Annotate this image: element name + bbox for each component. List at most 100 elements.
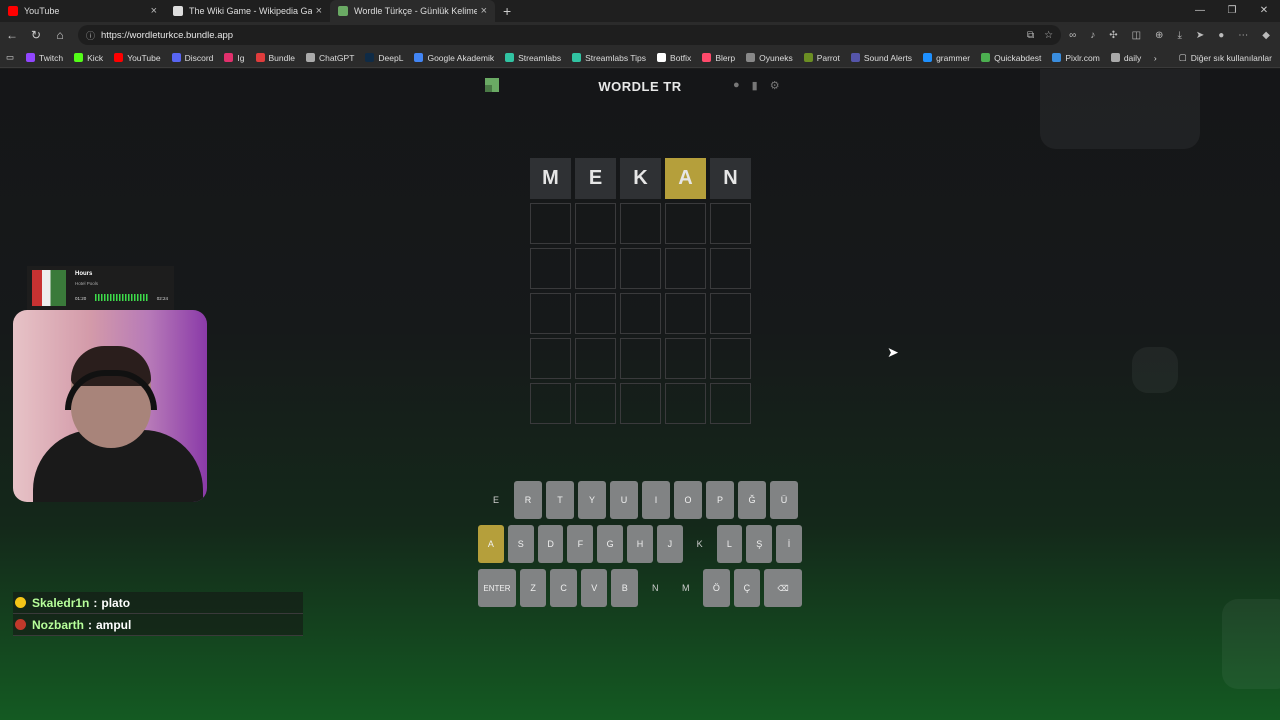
site-info-icon[interactable]: ⓘ [86, 29, 95, 42]
keyboard-key[interactable]: Ç [733, 569, 761, 607]
bookmark-oyuneks[interactable]: Oyuneks [746, 53, 793, 63]
keyboard-key[interactable]: M [673, 569, 700, 607]
bookmark-streamlabs[interactable]: Streamlabs [505, 53, 561, 63]
minimize-button[interactable]: — [1184, 0, 1216, 22]
board-row: MEKAN [530, 158, 751, 199]
favorite-star-icon[interactable]: ☆ [1044, 30, 1053, 41]
bookmark-sound-alerts[interactable]: Sound Alerts [850, 53, 912, 63]
background-tile-decoration [1132, 347, 1178, 393]
bookmark-favicon-icon [657, 53, 667, 62]
back-button[interactable]: ← [0, 28, 24, 42]
read-aloud-icon[interactable]: ♪ [1090, 30, 1095, 41]
bookmark-youtube[interactable]: YouTube [114, 53, 161, 63]
keyboard-key[interactable]: E [482, 481, 510, 519]
keyboard-key[interactable]: V [580, 569, 608, 607]
board-tile [710, 248, 751, 289]
bookmark-label: Kick [87, 52, 104, 63]
bookmark-favicon-icon [74, 53, 84, 62]
chat-message: Nozbarth: ampul [13, 614, 303, 636]
folder-icon: ▢ [1178, 52, 1187, 62]
browser-tab[interactable]: The Wiki Game - Wikipedia Game × [165, 0, 330, 22]
keyboard-key[interactable]: A [478, 525, 504, 563]
bookmark-deepl[interactable]: DeepL [365, 53, 403, 63]
collections-icon[interactable]: ⊕ [1155, 30, 1163, 41]
profile-icon[interactable]: ● [1218, 30, 1224, 41]
bookmark-grammer[interactable]: grammer [923, 53, 970, 63]
keyboard-key[interactable]: G [597, 525, 624, 563]
bookmark-daily[interactable]: daily [1110, 53, 1141, 63]
keyboard-key[interactable]: K [687, 525, 713, 563]
bookmark-google-akademik[interactable]: Google Akademik [414, 53, 494, 63]
keyboard-key[interactable]: B [611, 569, 638, 607]
board-tile [710, 338, 751, 379]
keyboard-key[interactable]: D [537, 525, 564, 563]
bookmark-streamlabs-tips[interactable]: Streamlabs Tips [572, 53, 646, 63]
keyboard-key[interactable]: Ü [770, 481, 798, 519]
bookmark-ig[interactable]: Ig [224, 53, 245, 63]
bookmark-discord[interactable]: Discord [171, 53, 213, 63]
info-icon[interactable]: ● [733, 79, 740, 92]
keyboard-key[interactable]: H [627, 525, 653, 563]
enter-key[interactable]: ENTER [477, 569, 516, 607]
bookmark-twitch[interactable]: Twitch [26, 53, 63, 63]
keyboard-key[interactable]: İ [776, 525, 802, 563]
keyboard-key[interactable]: I [642, 481, 670, 519]
keyboard-key[interactable]: U [610, 481, 638, 519]
reload-button[interactable]: ↻ [24, 28, 48, 42]
new-tab-button[interactable]: + [503, 3, 511, 19]
chat-message: Skaledr1n: plato [13, 592, 303, 614]
restore-button[interactable]: ❐ [1216, 0, 1248, 22]
puzzle-icon[interactable]: ✣ [1109, 30, 1117, 41]
keyboard-key[interactable]: S [507, 525, 534, 563]
bookmark-botfix[interactable]: Botfix [657, 53, 691, 63]
bookmark-parrot[interactable]: Parrot [803, 52, 840, 63]
bookmarks-more-chevron-icon[interactable]: › [1154, 53, 1157, 63]
bookmark-bundle[interactable]: Bundle [255, 53, 295, 63]
keyboard-key[interactable]: F [567, 525, 594, 563]
keyboard-key[interactable]: Y [578, 481, 606, 519]
other-bookmarks[interactable]: › ▢ Diğer sık kullanılanlar [1154, 52, 1272, 63]
bookmark-chatgpt[interactable]: ChatGPT [305, 53, 354, 63]
close-tab-icon[interactable]: × [316, 5, 322, 17]
copilot-icon[interactable]: ◆ [1262, 30, 1270, 41]
backspace-key[interactable]: ⌫ [764, 569, 803, 607]
bookmark-pixlr-com[interactable]: Pixlr.com [1052, 53, 1100, 63]
keyboard-key[interactable]: R [514, 481, 542, 519]
close-tab-icon[interactable]: × [481, 5, 487, 17]
bookmark-label: Parrot [816, 52, 840, 63]
open-in-app-icon[interactable]: ⧉ [1027, 30, 1034, 41]
home-button[interactable]: ⌂ [48, 28, 72, 42]
keyboard-key[interactable]: Ö [703, 569, 730, 607]
settings-gear-icon[interactable]: ⚙ [770, 79, 780, 92]
extensions-icon[interactable]: ∞ [1069, 30, 1076, 41]
keyboard-key[interactable]: J [656, 525, 683, 563]
keyboard-key[interactable]: Ş [746, 525, 773, 563]
keyboard-key[interactable]: N [642, 569, 669, 607]
browser-tab[interactable]: Wordle Türkçe - Günlük Kelime O × [330, 0, 495, 22]
sidebar-toggle-icon[interactable]: ▭ [6, 52, 14, 63]
downloads-icon[interactable]: ⤓ [1177, 30, 1181, 41]
share-icon[interactable]: ➤ [1196, 30, 1204, 41]
bookmark-quickabdest[interactable]: Quickabdest [981, 53, 1041, 63]
close-window-button[interactable]: ✕ [1248, 0, 1280, 22]
more-menu-icon[interactable]: ⋯ [1238, 30, 1248, 41]
chat-username: Nozbarth [32, 617, 84, 632]
url-bar[interactable]: ⓘ https://wordleturkce.bundle.app ⧉ ☆ [78, 25, 1062, 45]
keyboard-key[interactable]: P [706, 481, 734, 519]
keyboard-key[interactable]: O [674, 481, 702, 519]
bookmark-label: Botfix [670, 52, 692, 63]
board-row [530, 248, 751, 289]
keyboard-key[interactable]: L [716, 525, 743, 563]
keyboard-key[interactable]: T [546, 481, 574, 519]
close-tab-icon[interactable]: × [151, 5, 157, 17]
stats-icon[interactable]: ▮ [752, 79, 758, 92]
bookmark-favicon-icon [746, 53, 756, 62]
keyboard-key[interactable]: Ğ [738, 481, 766, 519]
bookmark-blerp[interactable]: Blerp [702, 53, 735, 63]
keyboard-key[interactable]: C [550, 569, 577, 607]
window-controls: — ❐ ✕ [1184, 0, 1280, 22]
keyboard-key[interactable]: Z [519, 569, 547, 607]
bookmark-kick[interactable]: Kick [74, 53, 103, 63]
browser-tab[interactable]: YouTube × [0, 0, 165, 22]
split-screen-icon[interactable]: ◫ [1132, 30, 1141, 41]
